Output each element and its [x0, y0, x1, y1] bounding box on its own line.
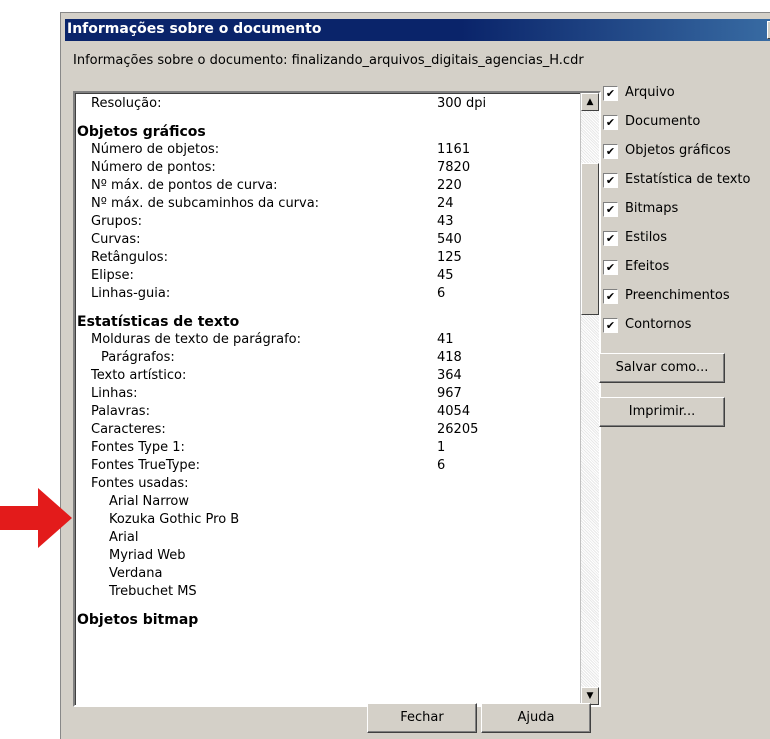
- file-name-label: Informações sobre o documento: finalizan…: [73, 53, 584, 68]
- checkbox[interactable]: ✔: [603, 318, 618, 333]
- row-label: Objetos gráficos: [77, 124, 206, 140]
- row-label: Kozuka Gothic Pro B: [109, 512, 240, 527]
- row-value: 300 dpi: [437, 96, 487, 111]
- row-label: Objetos bitmap: [77, 612, 199, 628]
- row-label: Caracteres:: [91, 422, 166, 437]
- row-label: Arial: [109, 530, 139, 545]
- row-label: Trebuchet MS: [109, 584, 197, 599]
- row-value: 6: [437, 286, 446, 301]
- info-list[interactable]: Resolução: 300 dpi Objetos gráficos Número …: [73, 91, 601, 707]
- vertical-scrollbar[interactable]: ▲ ▼: [580, 93, 599, 705]
- row-value: 967: [437, 386, 462, 401]
- row-label: Fontes usadas:: [91, 476, 189, 491]
- row-value: 7820: [437, 160, 471, 175]
- row-label: Fontes TrueType:: [91, 458, 201, 473]
- row-value: 418: [437, 350, 462, 365]
- row-label: Número de pontos:: [91, 160, 216, 175]
- row-value: 26205: [437, 422, 479, 437]
- row-value: 41: [437, 332, 454, 347]
- row-label: Estatísticas de texto: [77, 314, 240, 330]
- document-info-dialog: Informações sobre o documento X Informaç…: [60, 12, 770, 739]
- row-value: 1161: [437, 142, 471, 157]
- checkbox-label: Documento: [625, 114, 701, 129]
- scroll-up-button[interactable]: ▲: [581, 93, 599, 111]
- checkbox[interactable]: ✔: [603, 144, 618, 159]
- row-label: Fontes Type 1:: [91, 440, 185, 455]
- print-button[interactable]: Imprimir...: [599, 397, 725, 427]
- help-button[interactable]: Ajuda: [481, 703, 591, 733]
- row-label: Linhas-guia:: [91, 286, 171, 301]
- row-value: 1: [437, 440, 446, 455]
- row-label: Parágrafos:: [101, 350, 175, 365]
- row-label: Linhas:: [91, 386, 138, 401]
- checkbox-label: Bitmaps: [625, 201, 679, 216]
- scroll-thumb[interactable]: [581, 163, 599, 315]
- checkbox-label: Estatística de texto: [625, 172, 751, 187]
- row-label: Arial Narrow: [109, 494, 190, 509]
- row-label: Nº máx. de subcaminhos da curva:: [91, 196, 320, 211]
- row-label: Palavras:: [91, 404, 150, 419]
- row-value: 540: [437, 232, 462, 247]
- close-button[interactable]: Fechar: [367, 703, 477, 733]
- checkbox[interactable]: ✔: [603, 202, 618, 217]
- row-label: Verdana: [109, 566, 163, 581]
- row-value: 6: [437, 458, 446, 473]
- row-label: Molduras de texto de parágrafo:: [91, 332, 301, 347]
- checkbox-label: Estilos: [625, 230, 668, 245]
- row-label: Resolução:: [91, 96, 162, 111]
- red-arrow-icon: [0, 488, 72, 548]
- row-label: Elipse:: [91, 268, 134, 283]
- row-value: 43: [437, 214, 454, 229]
- checkbox-label: Arquivo: [625, 85, 675, 100]
- dialog-title: Informações sobre o documento: [67, 21, 322, 37]
- row-value: 24: [437, 196, 454, 211]
- row-value: 364: [437, 368, 462, 383]
- checkbox-label: Efeitos: [625, 259, 670, 274]
- checkbox[interactable]: ✔: [603, 86, 618, 101]
- checkbox-label: Objetos gráficos: [625, 143, 731, 158]
- checkbox-label: Contornos: [625, 317, 692, 332]
- checkbox[interactable]: ✔: [603, 115, 618, 130]
- row-value: 125: [437, 250, 462, 265]
- checkbox[interactable]: ✔: [603, 289, 618, 304]
- checkbox[interactable]: ✔: [603, 260, 618, 275]
- row-label: Curvas:: [91, 232, 141, 247]
- row-label: Retângulos:: [91, 250, 168, 265]
- save-as-button[interactable]: Salvar como...: [599, 353, 725, 383]
- row-label: Nº máx. de pontos de curva:: [91, 178, 278, 193]
- checkbox-label: Preenchimentos: [625, 288, 730, 303]
- row-label: Grupos:: [91, 214, 143, 229]
- row-label: Texto artístico:: [91, 368, 187, 383]
- checkbox[interactable]: ✔: [603, 231, 618, 246]
- title-bar[interactable]: Informações sobre o documento X: [65, 19, 770, 41]
- row-label: Número de objetos:: [91, 142, 220, 157]
- row-value: 45: [437, 268, 454, 283]
- row-value: 220: [437, 178, 462, 193]
- row-value: 4054: [437, 404, 471, 419]
- row-label: Myriad Web: [109, 548, 186, 563]
- checkbox[interactable]: ✔: [603, 173, 618, 188]
